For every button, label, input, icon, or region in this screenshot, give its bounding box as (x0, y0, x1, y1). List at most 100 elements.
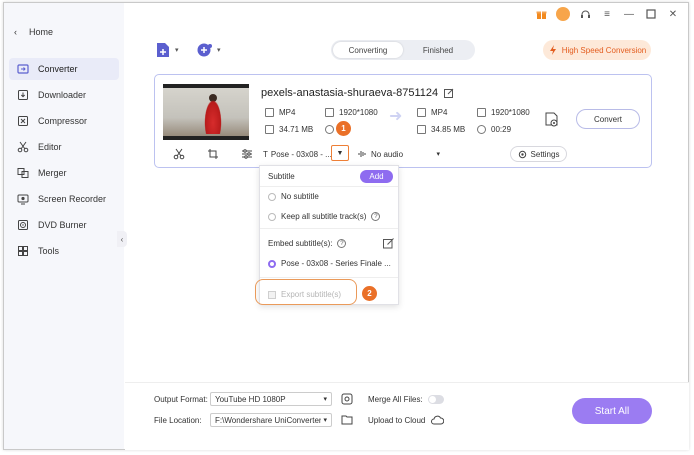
tab-converting[interactable]: Converting (333, 42, 403, 58)
file-location-select[interactable]: F:\Wondershare UniConverter 1 ▾ (210, 413, 332, 427)
format-settings-icon[interactable] (341, 393, 353, 405)
file-location-label: File Location: (154, 416, 202, 425)
sidebar-item-screen-recorder[interactable]: Screen Recorder (9, 188, 119, 210)
step-badge-2: 2 (362, 286, 377, 301)
folder-icon (265, 125, 274, 134)
embedded-subtitle-item[interactable]: Pose - 03x08 - Series Finale ... (268, 259, 391, 268)
divider (260, 228, 398, 229)
titlebar-controls: ≡ — ✕ (534, 7, 680, 21)
output-format-select[interactable]: YouTube HD 1080P ▾ (210, 392, 332, 406)
trim-icon[interactable] (173, 148, 185, 160)
sidebar-item-compressor[interactable]: Compressor (9, 110, 119, 132)
divider (260, 277, 398, 278)
output-format-label: Output Format: (154, 395, 208, 404)
thumbnail-figure (203, 96, 223, 134)
merge-icon (17, 167, 29, 179)
file-name: pexels-anastasia-shuraeva-8751124 (261, 87, 454, 99)
source-resolution-text: 1920*1080 (339, 108, 378, 117)
clock-icon (325, 125, 334, 134)
maximize-icon[interactable] (644, 7, 658, 21)
add-subtitle-button[interactable]: Add (360, 170, 393, 183)
embedded-subtitle-label: Pose - 03x08 - Series Finale ... (281, 259, 391, 268)
sidebar-item-merger[interactable]: Merger (9, 162, 119, 184)
video-thumbnail[interactable] (163, 84, 249, 140)
lightning-icon (549, 45, 556, 55)
convert-button[interactable]: Convert (576, 109, 640, 129)
radio-no-subtitle[interactable] (268, 192, 276, 201)
sidebar-collapse-button[interactable]: ‹ (117, 231, 127, 247)
help-icon[interactable]: ? (337, 239, 347, 248)
folder-icon[interactable] (341, 414, 353, 425)
chevron-left-icon: ‹ (14, 27, 17, 37)
subtitle-icon: T (263, 149, 268, 159)
menu-icon[interactable]: ≡ (600, 7, 614, 21)
option-keep-all-label: Keep all subtitle track(s) (281, 212, 367, 221)
subtitle-dropdown-toggle[interactable]: ▼ (331, 145, 349, 161)
scissors-icon (17, 141, 29, 153)
help-icon[interactable]: ? (371, 212, 381, 221)
rename-icon[interactable] (444, 88, 454, 98)
add-files-button[interactable]: ▾ (154, 41, 179, 59)
tab-finished[interactable]: Finished (403, 42, 473, 58)
add-media-icon (197, 43, 212, 57)
option-keep-all[interactable]: Keep all subtitle track(s) ? (268, 212, 381, 221)
headset-icon[interactable] (578, 7, 592, 21)
target-duration-text: 00:29 (491, 125, 512, 134)
cloud-icon[interactable] (431, 415, 444, 425)
close-icon[interactable]: ✕ (666, 7, 680, 21)
embed-subtitles-heading: Embed subtitle(s): ? (268, 239, 347, 248)
add-file-icon (157, 43, 169, 57)
sidebar-item-editor[interactable]: Editor (9, 136, 119, 158)
sidebar-item-downloader[interactable]: Downloader (9, 84, 119, 106)
target-format-text: MP4 (431, 108, 448, 117)
subtitle-dropdown[interactable]: T Pose - 03x08 - ... (263, 147, 332, 161)
settings-button[interactable]: Settings (510, 146, 567, 162)
merge-all-toggle[interactable] (428, 395, 444, 404)
sidebar-item-dvd-burner[interactable]: DVD Burner (9, 214, 119, 236)
embed-subtitles-label: Embed subtitle(s): (268, 239, 333, 248)
add-media-button[interactable]: ▾ (196, 41, 221, 59)
sidebar-item-label: Compressor (38, 116, 88, 126)
compress-icon (17, 115, 29, 127)
chevron-down-icon: ▾ (323, 417, 327, 424)
minimize-icon[interactable]: — (622, 7, 636, 21)
resolution-icon (477, 108, 486, 117)
step-badge-1: 1 (336, 121, 351, 136)
source-duration (325, 125, 334, 134)
source-size-text: 34.71 MB (279, 125, 314, 134)
chevron-down-icon: ▾ (217, 47, 221, 54)
audio-dropdown[interactable]: No audio ▾ (358, 147, 440, 161)
audio-wave-icon (358, 151, 366, 157)
start-all-button[interactable]: Start All (572, 398, 652, 424)
app-window: ‹ Home Converter Downloader Compressor E… (3, 2, 689, 450)
radio-embedded-subtitle[interactable] (268, 259, 276, 268)
effects-icon[interactable] (241, 148, 253, 160)
format-icon (417, 108, 426, 117)
target-size-text: 34.85 MB (431, 125, 466, 134)
subtitle-selected: Pose - 03x08 - ... (270, 149, 332, 159)
audio-selected: No audio (371, 149, 404, 159)
status-tabs: Converting Finished (331, 40, 475, 60)
sidebar-item-converter[interactable]: Converter (9, 58, 119, 80)
crop-icon[interactable] (207, 148, 219, 160)
avatar[interactable] (556, 7, 570, 21)
gift-icon[interactable] (534, 7, 548, 21)
source-format-text: MP4 (279, 108, 296, 117)
high-speed-conversion-button[interactable]: High Speed Conversion (543, 40, 651, 60)
file-location-value: F:\Wondershare UniConverter 1 (215, 415, 321, 425)
high-speed-label: High Speed Conversion (561, 45, 647, 55)
sidebar-item-label: Downloader (38, 90, 87, 100)
source-size: 34.71 MB (265, 125, 313, 134)
output-settings-icon[interactable] (545, 112, 559, 128)
sidebar-item-label: Tools (38, 246, 60, 256)
footer-bar: Output Format: YouTube HD 1080P ▾ File L… (125, 382, 689, 450)
option-no-subtitle[interactable]: No subtitle (268, 192, 319, 201)
arrow-right-icon: ➜ (389, 108, 403, 125)
sidebar-item-label: Editor (38, 142, 62, 152)
target-size: 34.85 MB (417, 125, 465, 134)
chevron-down-icon: ▾ (436, 151, 440, 158)
radio-keep-all[interactable] (268, 212, 276, 221)
sidebar-item-tools[interactable]: Tools (9, 240, 119, 262)
home-link[interactable]: ‹ Home (14, 27, 53, 37)
edit-icon[interactable] (383, 238, 394, 249)
